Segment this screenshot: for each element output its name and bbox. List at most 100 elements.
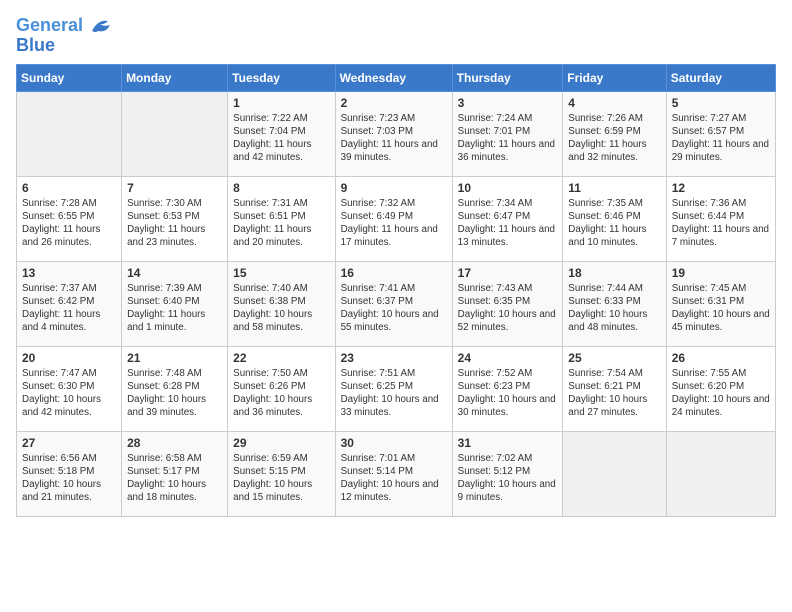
day-daylight: Daylight: 11 hours and 17 minutes. xyxy=(341,224,438,248)
day-daylight: Daylight: 11 hours and 42 minutes. xyxy=(233,139,311,163)
day-sunrise: Sunrise: 7:43 AM xyxy=(458,283,533,294)
day-sunrise: Sunrise: 7:52 AM xyxy=(458,368,533,379)
day-number: 29 xyxy=(233,436,329,450)
day-number: 23 xyxy=(341,351,447,365)
day-sunset: Sunset: 7:04 PM xyxy=(233,126,305,137)
calendar-cell: 4 Sunrise: 7:26 AM Sunset: 6:59 PM Dayli… xyxy=(563,91,666,176)
day-daylight: Daylight: 10 hours and 42 minutes. xyxy=(22,394,101,418)
calendar-cell: 25 Sunrise: 7:54 AM Sunset: 6:21 PM Dayl… xyxy=(563,346,666,431)
day-sunrise: Sunrise: 7:41 AM xyxy=(341,283,416,294)
day-sunset: Sunset: 7:01 PM xyxy=(458,126,530,137)
calendar-week-row: 27 Sunrise: 6:56 AM Sunset: 5:18 PM Dayl… xyxy=(17,431,776,516)
calendar-cell: 30 Sunrise: 7:01 AM Sunset: 5:14 PM Dayl… xyxy=(335,431,452,516)
day-number: 14 xyxy=(127,266,222,280)
day-number: 24 xyxy=(458,351,558,365)
header: General Blue xyxy=(16,16,776,56)
day-sunrise: Sunrise: 7:54 AM xyxy=(568,368,643,379)
day-number: 22 xyxy=(233,351,329,365)
day-sunset: Sunset: 6:44 PM xyxy=(672,211,744,222)
day-daylight: Daylight: 11 hours and 36 minutes. xyxy=(458,139,555,163)
day-daylight: Daylight: 11 hours and 7 minutes. xyxy=(672,224,769,248)
day-sunrise: Sunrise: 7:31 AM xyxy=(233,198,308,209)
calendar-week-row: 13 Sunrise: 7:37 AM Sunset: 6:42 PM Dayl… xyxy=(17,261,776,346)
weekday-header-row: SundayMondayTuesdayWednesdayThursdayFrid… xyxy=(17,64,776,91)
calendar-cell xyxy=(17,91,122,176)
day-sunrise: Sunrise: 7:24 AM xyxy=(458,113,533,124)
day-number: 7 xyxy=(127,181,222,195)
calendar-cell: 1 Sunrise: 7:22 AM Sunset: 7:04 PM Dayli… xyxy=(228,91,335,176)
day-daylight: Daylight: 11 hours and 29 minutes. xyxy=(672,139,769,163)
day-sunrise: Sunrise: 7:44 AM xyxy=(568,283,643,294)
day-sunrise: Sunrise: 7:23 AM xyxy=(341,113,416,124)
day-sunset: Sunset: 6:57 PM xyxy=(672,126,744,137)
day-sunrise: Sunrise: 7:55 AM xyxy=(672,368,747,379)
day-number: 5 xyxy=(672,96,770,110)
calendar-cell: 10 Sunrise: 7:34 AM Sunset: 6:47 PM Dayl… xyxy=(452,176,563,261)
calendar-cell: 6 Sunrise: 7:28 AM Sunset: 6:55 PM Dayli… xyxy=(17,176,122,261)
day-sunset: Sunset: 6:28 PM xyxy=(127,381,199,392)
day-number: 21 xyxy=(127,351,222,365)
weekday-header-thursday: Thursday xyxy=(452,64,563,91)
day-daylight: Daylight: 10 hours and 30 minutes. xyxy=(458,394,556,418)
day-daylight: Daylight: 11 hours and 23 minutes. xyxy=(127,224,205,248)
logo-blue: Blue xyxy=(16,35,55,55)
day-daylight: Daylight: 11 hours and 4 minutes. xyxy=(22,309,100,333)
day-sunset: Sunset: 6:49 PM xyxy=(341,211,413,222)
logo: General Blue xyxy=(16,16,112,56)
day-number: 8 xyxy=(233,181,329,195)
calendar-cell: 17 Sunrise: 7:43 AM Sunset: 6:35 PM Dayl… xyxy=(452,261,563,346)
calendar-cell: 12 Sunrise: 7:36 AM Sunset: 6:44 PM Dayl… xyxy=(666,176,775,261)
logo-general: General xyxy=(16,15,83,35)
weekday-header-monday: Monday xyxy=(122,64,228,91)
day-sunset: Sunset: 5:17 PM xyxy=(127,466,199,477)
calendar-cell: 27 Sunrise: 6:56 AM Sunset: 5:18 PM Dayl… xyxy=(17,431,122,516)
day-daylight: Daylight: 10 hours and 15 minutes. xyxy=(233,479,312,503)
day-daylight: Daylight: 11 hours and 20 minutes. xyxy=(233,224,311,248)
day-number: 2 xyxy=(341,96,447,110)
weekday-header-friday: Friday xyxy=(563,64,666,91)
day-sunrise: Sunrise: 6:58 AM xyxy=(127,453,202,464)
day-sunrise: Sunrise: 7:47 AM xyxy=(22,368,97,379)
day-sunrise: Sunrise: 7:28 AM xyxy=(22,198,97,209)
day-number: 17 xyxy=(458,266,558,280)
calendar-cell: 20 Sunrise: 7:47 AM Sunset: 6:30 PM Dayl… xyxy=(17,346,122,431)
day-sunset: Sunset: 5:12 PM xyxy=(458,466,530,477)
calendar-cell: 15 Sunrise: 7:40 AM Sunset: 6:38 PM Dayl… xyxy=(228,261,335,346)
day-number: 26 xyxy=(672,351,770,365)
day-daylight: Daylight: 10 hours and 12 minutes. xyxy=(341,479,439,503)
day-daylight: Daylight: 10 hours and 33 minutes. xyxy=(341,394,439,418)
day-number: 19 xyxy=(672,266,770,280)
day-sunset: Sunset: 6:30 PM xyxy=(22,381,94,392)
day-number: 1 xyxy=(233,96,329,110)
calendar-cell: 11 Sunrise: 7:35 AM Sunset: 6:46 PM Dayl… xyxy=(563,176,666,261)
calendar-cell: 16 Sunrise: 7:41 AM Sunset: 6:37 PM Dayl… xyxy=(335,261,452,346)
day-number: 3 xyxy=(458,96,558,110)
calendar-cell: 5 Sunrise: 7:27 AM Sunset: 6:57 PM Dayli… xyxy=(666,91,775,176)
calendar-cell: 13 Sunrise: 7:37 AM Sunset: 6:42 PM Dayl… xyxy=(17,261,122,346)
day-sunrise: Sunrise: 7:22 AM xyxy=(233,113,308,124)
day-sunset: Sunset: 6:40 PM xyxy=(127,296,199,307)
day-daylight: Daylight: 11 hours and 1 minute. xyxy=(127,309,205,333)
logo-bird-icon xyxy=(90,17,112,35)
day-sunset: Sunset: 6:53 PM xyxy=(127,211,199,222)
day-daylight: Daylight: 10 hours and 18 minutes. xyxy=(127,479,206,503)
day-sunrise: Sunrise: 7:02 AM xyxy=(458,453,533,464)
day-daylight: Daylight: 11 hours and 32 minutes. xyxy=(568,139,646,163)
day-sunset: Sunset: 6:38 PM xyxy=(233,296,305,307)
day-sunset: Sunset: 5:14 PM xyxy=(341,466,413,477)
calendar-body: 1 Sunrise: 7:22 AM Sunset: 7:04 PM Dayli… xyxy=(17,91,776,516)
weekday-header-wednesday: Wednesday xyxy=(335,64,452,91)
day-sunrise: Sunrise: 7:48 AM xyxy=(127,368,202,379)
day-sunset: Sunset: 7:03 PM xyxy=(341,126,413,137)
day-daylight: Daylight: 11 hours and 26 minutes. xyxy=(22,224,100,248)
calendar-cell: 29 Sunrise: 6:59 AM Sunset: 5:15 PM Dayl… xyxy=(228,431,335,516)
day-sunset: Sunset: 6:35 PM xyxy=(458,296,530,307)
day-sunrise: Sunrise: 7:45 AM xyxy=(672,283,747,294)
day-number: 16 xyxy=(341,266,447,280)
day-sunset: Sunset: 6:59 PM xyxy=(568,126,640,137)
day-daylight: Daylight: 10 hours and 21 minutes. xyxy=(22,479,101,503)
day-sunrise: Sunrise: 7:27 AM xyxy=(672,113,747,124)
day-sunrise: Sunrise: 7:37 AM xyxy=(22,283,97,294)
day-number: 20 xyxy=(22,351,116,365)
day-sunset: Sunset: 6:23 PM xyxy=(458,381,530,392)
